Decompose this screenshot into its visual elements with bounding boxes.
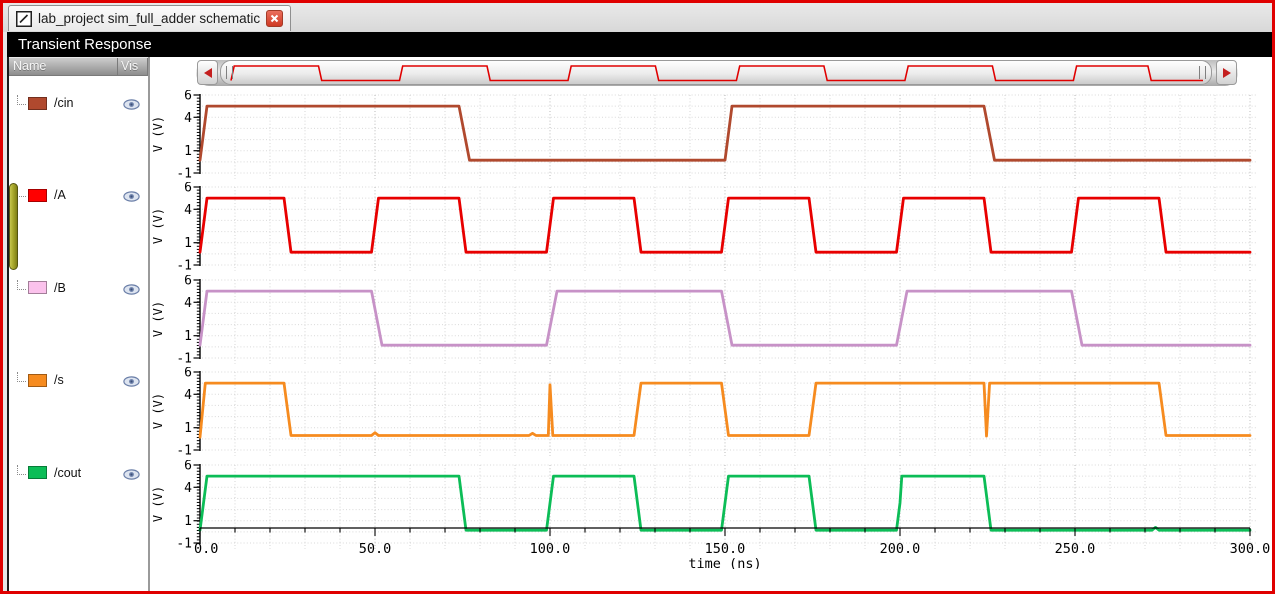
svg-text:250.0: 250.0 — [1055, 541, 1096, 557]
tab-sim-full-adder[interactable]: lab_project sim_full_adder schematic — [8, 5, 292, 31]
tab-bar: lab_project sim_full_adder schematic — [3, 3, 1272, 32]
plot-title-bar: Transient Response — [7, 32, 1272, 57]
tree-branch-icon — [17, 187, 26, 198]
svg-text:V (V): V (V) — [152, 486, 165, 522]
svg-text:1: 1 — [184, 144, 192, 159]
signal-row[interactable]: /cout — [17, 463, 81, 483]
signal-name-label[interactable]: /B — [54, 281, 66, 295]
tree-branch-icon — [17, 372, 26, 383]
overview-scroll-right-button[interactable] — [1216, 60, 1237, 85]
svg-text:-1: -1 — [176, 351, 192, 366]
visibility-eye-icon[interactable] — [123, 189, 140, 207]
signal-row[interactable]: /cin — [17, 93, 73, 113]
column-header-name[interactable]: Name — [9, 58, 118, 75]
svg-text:V (V): V (V) — [152, 393, 165, 429]
waveform-strip: V (V) 6 4 1 -1 — [151, 181, 1274, 279]
svg-text:6: 6 — [184, 90, 192, 104]
waveform-plot[interactable]: V (V) 6 4 1 -1 — [151, 181, 1274, 274]
signal-name-label[interactable]: /cout — [54, 466, 81, 480]
overview-scrollbar-thumb[interactable] — [220, 60, 1212, 85]
plot-title: Transient Response — [18, 36, 152, 53]
svg-text:100.0: 100.0 — [530, 541, 571, 557]
svg-text:time (ns): time (ns) — [688, 556, 761, 569]
svg-text:V (V): V (V) — [152, 208, 165, 244]
application-window: lab_project sim_full_adder schematic Tra… — [0, 0, 1275, 594]
tree-branch-icon — [17, 464, 26, 475]
svg-text:4: 4 — [184, 203, 192, 218]
signal-row[interactable]: /B — [17, 278, 66, 298]
signal-color-swatch — [28, 373, 47, 387]
signal-color-swatch — [28, 466, 47, 480]
visibility-eye-icon[interactable] — [123, 282, 140, 300]
signal-row[interactable]: /s — [17, 370, 64, 390]
visibility-eye-icon[interactable] — [123, 97, 140, 115]
svg-text:V (V): V (V) — [152, 116, 165, 152]
visibility-eye-icon[interactable] — [123, 374, 140, 392]
time-axis-svg: 0.0 50.0 100.0 150.0 200.0 250.0 300.0 time (ns… — [194, 527, 1271, 572]
tree-branch-icon — [17, 279, 26, 290]
signal-row[interactable]: /A — [17, 185, 66, 205]
waveform-window-icon — [16, 10, 32, 27]
time-axis: 0.0 50.0 100.0 150.0 200.0 250.0 300.0 time (ns… — [152, 519, 1274, 574]
plot-region: V (V) 6 4 1 -1 V (V) 6 4 1 -1 V (V) 6 4 1 -1 V (V) 6 4 1 -1… — [148, 57, 1272, 591]
svg-text:-1: -1 — [176, 167, 192, 182]
waveform-plot[interactable]: V (V) 6 4 1 -1 — [151, 273, 1274, 367]
overview-scrollbar — [196, 59, 1238, 86]
signal-color-swatch — [28, 281, 47, 295]
svg-text:150.0: 150.0 — [705, 541, 746, 557]
signal-name-label[interactable]: /s — [54, 373, 64, 387]
signal-color-swatch — [28, 96, 47, 110]
column-header-vis[interactable]: Vis — [118, 58, 148, 75]
svg-text:6: 6 — [184, 367, 192, 381]
signal-color-swatch — [28, 188, 47, 202]
signal-name-label[interactable]: /A — [54, 188, 66, 202]
svg-text:1: 1 — [184, 237, 192, 252]
thumb-grip-left[interactable] — [226, 66, 233, 79]
svg-text:1: 1 — [184, 329, 192, 344]
signal-list-scrollbar-thumb[interactable] — [9, 183, 18, 270]
overview-waveform-preview — [230, 65, 1203, 82]
signal-list-header: Name Vis — [9, 57, 148, 76]
svg-text:4: 4 — [184, 388, 192, 403]
svg-text:1: 1 — [184, 421, 192, 436]
waveform-plot[interactable]: V (V) 6 4 1 -1 — [151, 366, 1274, 459]
svg-text:6: 6 — [184, 275, 192, 289]
waveform-strip: V (V) 6 4 1 -1 — [151, 89, 1274, 187]
svg-text:-1: -1 — [176, 444, 192, 459]
tree-branch-icon — [17, 95, 26, 105]
waveform-strip: V (V) 6 4 1 -1 — [151, 366, 1274, 464]
waveform-strip: V (V) 6 4 1 -1 — [151, 273, 1274, 372]
svg-text:300.0: 300.0 — [1230, 541, 1271, 557]
svg-text:4: 4 — [184, 480, 192, 495]
overview-scroll-left-button[interactable] — [197, 60, 218, 85]
svg-text:4: 4 — [184, 296, 192, 311]
thumb-grip-right[interactable] — [1199, 66, 1206, 79]
tab-close-button[interactable] — [266, 10, 284, 27]
svg-text:-1: -1 — [176, 259, 192, 274]
tab-title: lab_project sim_full_adder schematic — [38, 11, 261, 26]
right-arrow-icon — [1222, 67, 1231, 78]
svg-text:V (V): V (V) — [152, 301, 165, 337]
svg-text:6: 6 — [184, 182, 192, 196]
svg-text:6: 6 — [184, 460, 192, 474]
svg-text:0.0: 0.0 — [194, 541, 218, 557]
signal-list-panel: Name Vis /cin/A/B/s/cout — [7, 57, 148, 591]
visibility-eye-icon[interactable] — [123, 467, 140, 485]
svg-text:50.0: 50.0 — [359, 541, 392, 557]
left-arrow-icon — [203, 67, 212, 78]
signal-name-label[interactable]: /cin — [54, 96, 73, 110]
svg-text:4: 4 — [184, 111, 192, 126]
svg-text:200.0: 200.0 — [880, 541, 921, 557]
waveform-plot[interactable]: V (V) 6 4 1 -1 — [151, 89, 1274, 182]
